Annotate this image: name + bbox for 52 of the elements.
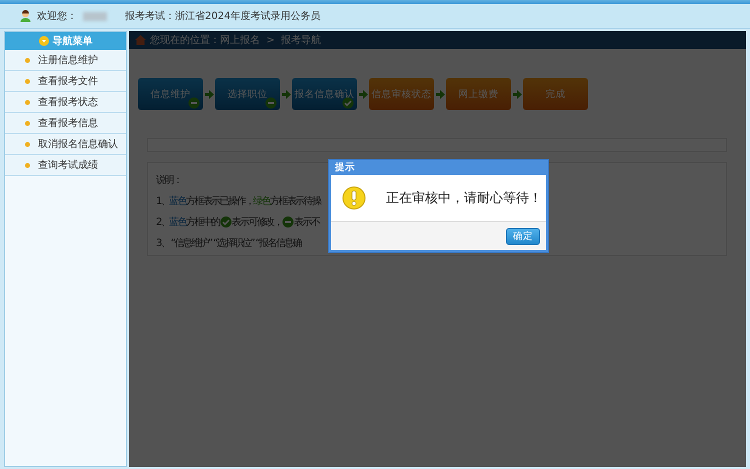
note-text: 3、 “信息维护” “选择职位” “报名信息确	[156, 236, 302, 250]
note-text: 方框中的	[186, 216, 220, 229]
blurred-username	[83, 12, 107, 20]
step-box[interactable]: 网上缴费	[446, 78, 511, 110]
step-box[interactable]: 选择职位	[215, 78, 280, 110]
dialog-title: 提示	[335, 161, 355, 174]
notes-title: 说明：	[156, 174, 182, 187]
warning-icon	[342, 186, 366, 210]
minus-icon	[265, 97, 277, 109]
bullet-icon	[25, 58, 30, 62]
minus-icon	[188, 97, 200, 109]
note-text: 1、	[156, 196, 170, 208]
note-text: 2、	[156, 217, 170, 229]
pending-word: 绿色	[253, 196, 270, 208]
sidebar-item[interactable]: 取消报名信息确认	[5, 134, 126, 155]
step-box[interactable]: 完成	[523, 78, 588, 110]
exam-label: 报考考试：浙江省2024年度考试录用公务员	[125, 10, 320, 23]
welcome-label: 欢迎您：	[37, 10, 77, 23]
sidebar-item[interactable]: 查看报考信息	[5, 113, 126, 134]
arrow-icon	[282, 90, 290, 98]
done-word: 蓝色	[169, 216, 186, 229]
done-word: 蓝色	[169, 194, 186, 208]
confirm-button[interactable]: 确定	[506, 228, 540, 244]
sidebar-item[interactable]: 查看报考状态	[5, 92, 126, 113]
arrow-icon	[512, 90, 522, 98]
arrow-icon	[358, 90, 368, 98]
bullet-icon	[25, 142, 30, 146]
bullet-icon	[25, 120, 30, 126]
step-box[interactable]: 信息维护	[138, 78, 203, 110]
bullet-icon	[25, 78, 30, 84]
check-icon	[342, 97, 354, 109]
arrow-icon	[436, 90, 444, 98]
note-text: 表示不	[294, 216, 320, 229]
sidebar-item[interactable]: 注册信息维护	[5, 50, 126, 71]
step-box[interactable]: 信息审核状态	[369, 78, 434, 110]
bullet-icon	[25, 162, 30, 168]
menu-title: 导航菜单	[52, 34, 92, 48]
arrow-icon	[204, 90, 214, 98]
note-text: 方框表示已操作，	[186, 194, 254, 208]
breadcrumb-text: 您现在的位置：网上报名 > 报考导航	[150, 34, 322, 47]
home-icon	[135, 35, 146, 45]
dialog-message: 正在审核中，请耐心等待！	[386, 190, 542, 207]
sidebar-item[interactable]: 查询考试成绩	[5, 155, 126, 176]
collapse-icon	[38, 36, 48, 46]
note-text: 方框表示待操	[270, 194, 320, 208]
bullet-icon	[25, 100, 30, 104]
minus-icon	[282, 216, 294, 228]
check-icon	[220, 216, 232, 228]
step-box[interactable]: 报名信息确认	[292, 78, 357, 110]
user-icon	[20, 10, 31, 22]
sidebar-item[interactable]: 查看报考文件	[5, 71, 126, 92]
note-text: 表示可修改，	[232, 216, 282, 229]
